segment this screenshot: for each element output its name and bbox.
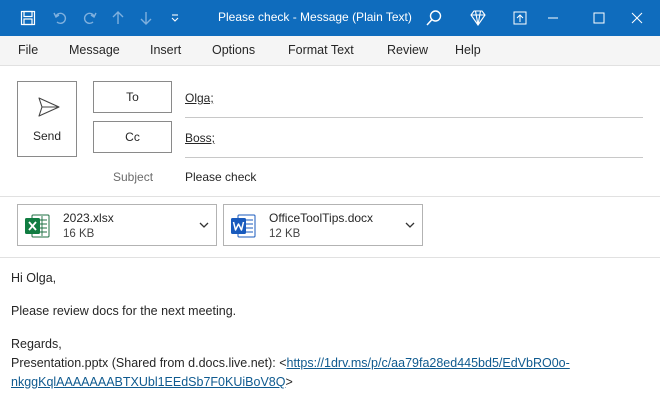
menu-bar: File Message Insert Options Format Text … [0, 36, 660, 66]
maximize-icon[interactable] [580, 0, 618, 36]
attachment-name: OfficeToolTips.docx [269, 211, 374, 225]
attachment-word[interactable]: OfficeToolTips.docx 12 KB [223, 204, 423, 246]
menu-message[interactable]: Message [69, 43, 120, 57]
redo-icon[interactable] [80, 8, 100, 28]
body-line: Please review docs for the next meeting. [11, 304, 237, 318]
cc-field-underline [185, 157, 643, 158]
attachment-size: 16 KB [63, 228, 95, 240]
subject-input[interactable]: Please check [185, 170, 256, 184]
share-suffix: > [285, 375, 293, 389]
search-icon[interactable] [424, 8, 444, 28]
up-arrow-icon[interactable] [108, 8, 128, 28]
subject-label: Subject [113, 170, 154, 184]
menu-file[interactable]: File [18, 43, 38, 57]
word-icon [231, 214, 256, 238]
attachment-name: 2023.xlsx [63, 211, 114, 225]
window-title: Please check - Message (Plain Text) [218, 10, 412, 24]
save-icon[interactable] [18, 8, 38, 28]
menu-help[interactable]: Help [455, 43, 481, 57]
attachment-size: 12 KB [269, 228, 301, 240]
attachment-excel[interactable]: 2023.xlsx 16 KB [17, 204, 217, 246]
customize-chevron-icon[interactable] [165, 8, 185, 28]
body-share-line: Presentation.pptx (Shared from d.docs.li… [11, 356, 570, 370]
menu-format-text[interactable]: Format Text [288, 43, 354, 57]
body-regards: Regards, [11, 337, 62, 351]
share-link[interactable]: https://1drv.ms/p/c/aa79fa28ed445bd5/EdV… [287, 356, 570, 370]
body-greeting: Hi Olga, [11, 271, 57, 285]
menu-insert[interactable]: Insert [150, 43, 181, 57]
send-label: Send [32, 129, 62, 143]
to-button[interactable]: To [93, 81, 172, 113]
to-field-underline [185, 117, 643, 118]
excel-icon [25, 214, 50, 238]
share-prefix: Presentation.pptx (Shared from d.docs.li… [11, 356, 287, 370]
body-share-line-2: nkggKqlAAAAAAABTXUbl1EEdSb7F0KUiBoV8Q> [11, 375, 293, 389]
minimize-icon[interactable] [534, 0, 572, 36]
chevron-down-icon[interactable] [198, 219, 210, 231]
chevron-down-icon[interactable] [404, 219, 416, 231]
menu-review[interactable]: Review [387, 43, 428, 57]
close-icon[interactable] [618, 0, 656, 36]
send-icon [38, 97, 60, 117]
down-arrow-icon[interactable] [136, 8, 156, 28]
menu-options[interactable]: Options [212, 43, 255, 57]
diamond-icon[interactable] [468, 8, 488, 28]
cc-recipient[interactable]: Boss; [185, 131, 215, 145]
send-button[interactable]: Send [17, 81, 77, 157]
undo-icon[interactable] [50, 8, 70, 28]
share-link-continued[interactable]: nkggKqlAAAAAAABTXUbl1EEdSb7F0KUiBoV8Q [11, 375, 285, 389]
title-bar: Please check - Message (Plain Text) [0, 0, 660, 36]
attachment-bar: 2023.xlsx 16 KB OfficeToolTips.docx 12 K… [0, 196, 660, 258]
cc-button[interactable]: Cc [93, 121, 172, 153]
to-recipient[interactable]: Olga; [185, 91, 214, 105]
